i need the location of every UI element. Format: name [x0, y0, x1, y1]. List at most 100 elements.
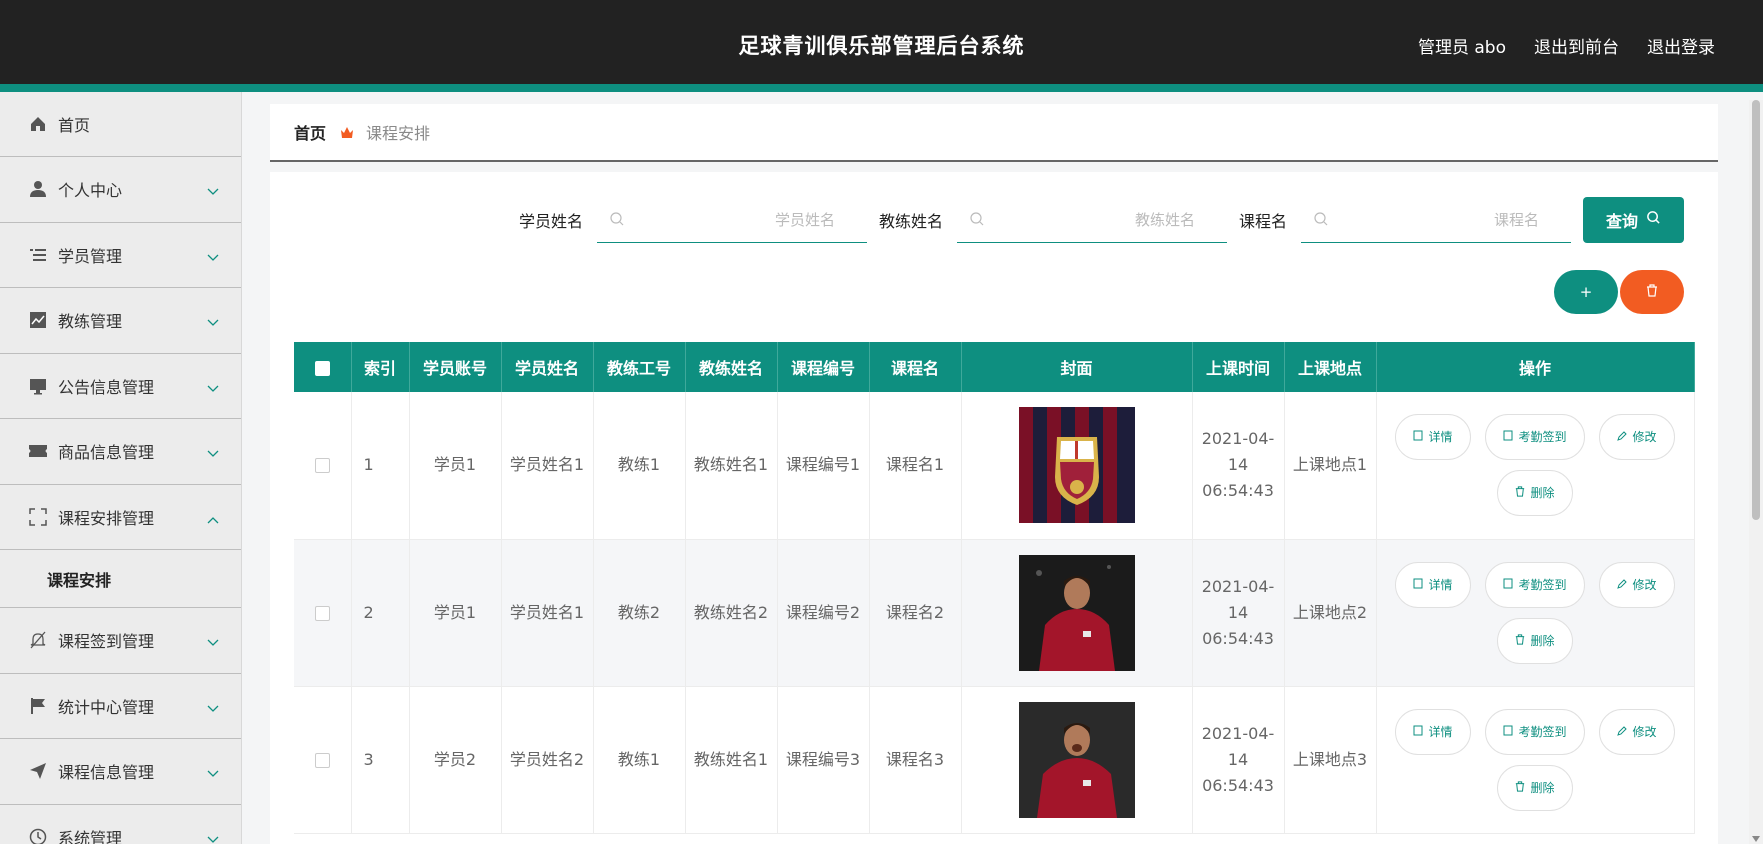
home-icon	[28, 114, 48, 134]
search-icon	[1646, 210, 1661, 230]
attendance-button[interactable]: 考勤签到	[1485, 708, 1585, 755]
sidebar: 首页 个人中心 学员管理 教练管理 公告信息管理 商品信息管理 课程安排管理 课…	[0, 92, 242, 844]
breadcrumb-current: 课程安排	[366, 124, 431, 143]
cell-student-name: 学员姓名1	[501, 392, 594, 540]
sidebar-item-coach-management[interactable]: 教练管理	[0, 288, 241, 354]
header-links: 管理员 abo 退出到前台 退出登录	[1418, 33, 1715, 58]
column-header[interactable]: 上课时间	[1192, 342, 1285, 392]
chevron-down-icon	[207, 829, 219, 844]
coach-name-field	[956, 197, 1227, 243]
exit-to-front-link[interactable]: 退出到前台	[1534, 33, 1619, 58]
column-header[interactable]: 教练姓名	[685, 342, 778, 392]
main-content: 首页 课程安排 学员姓名 教练姓名 课程名 查询	[270, 104, 1718, 844]
column-header[interactable]: 课程编号	[777, 342, 870, 392]
sidebar-item-notice-management[interactable]: 公告信息管理	[0, 354, 241, 419]
select-all-checkbox[interactable]	[314, 360, 330, 376]
cell-student-account: 学员1	[409, 392, 502, 540]
cell-course-name: 课程名1	[869, 392, 962, 540]
cell-course-no: 课程编号1	[777, 392, 870, 540]
page-scrollbar[interactable]	[1749, 100, 1763, 844]
sidebar-item-home[interactable]: 首页	[0, 92, 241, 157]
cell-course-name: 课程名3	[869, 686, 962, 834]
crown-icon	[340, 126, 354, 139]
cell-index: 1	[351, 392, 410, 540]
delete-button-label: 删除	[1530, 486, 1555, 501]
cover-image-club-crest[interactable]	[1018, 407, 1135, 524]
attendance-button-label: 考勤签到	[1518, 724, 1567, 739]
cell-student-name: 学员姓名2	[501, 686, 594, 834]
detail-button[interactable]: 详情	[1395, 561, 1471, 608]
row-checkbox[interactable]	[314, 458, 330, 474]
cover-image-player[interactable]	[1018, 701, 1135, 818]
edit-button[interactable]: 修改	[1599, 561, 1675, 608]
scroll-down-arrow-icon[interactable]	[1752, 836, 1760, 842]
logout-link[interactable]: 退出登录	[1647, 33, 1715, 58]
sidebar-item-course-schedule-management[interactable]: 课程安排管理	[0, 485, 241, 550]
query-button[interactable]: 查询	[1583, 197, 1684, 243]
row-checkbox[interactable]	[314, 605, 330, 621]
add-button[interactable]: +	[1554, 270, 1618, 314]
fullscreen-icon	[28, 507, 48, 527]
row-checkbox[interactable]	[314, 752, 330, 768]
breadcrumb-home[interactable]: 首页	[294, 120, 326, 144]
chevron-down-icon	[207, 312, 219, 331]
delete-button[interactable]: 删除	[1497, 764, 1573, 811]
course-name-input[interactable]	[1301, 197, 1571, 242]
column-header[interactable]: 索引	[351, 342, 410, 392]
row-select-cell	[294, 686, 352, 834]
cell-coach-name: 教练姓名2	[685, 539, 778, 687]
sidebar-item-student-management[interactable]: 学员管理	[0, 223, 241, 288]
document-icon	[1413, 719, 1423, 745]
sidebar-item-label: 学员管理	[58, 246, 123, 266]
sidebar-item-course-signin-management[interactable]: 课程签到管理	[0, 608, 241, 674]
delete-button[interactable]: 删除	[1497, 470, 1573, 517]
cover-image-player[interactable]	[1018, 554, 1135, 671]
sidebar-item-course-info-management[interactable]: 课程信息管理	[0, 739, 241, 805]
column-header[interactable]: 教练工号	[593, 342, 686, 392]
sidebar-item-system-management[interactable]: 系统管理	[0, 805, 241, 844]
attendance-button[interactable]: 考勤签到	[1485, 414, 1585, 461]
chart-icon	[28, 310, 48, 330]
coach-name-input[interactable]	[956, 197, 1227, 242]
user-icon	[28, 179, 48, 199]
monitor-icon	[28, 376, 48, 396]
trash-icon	[1646, 283, 1658, 301]
sidebar-item-label: 公告信息管理	[58, 377, 155, 397]
cell-time: 2021-04-14 06:54:43	[1192, 686, 1285, 834]
cell-time: 2021-04-14 06:54:43	[1192, 539, 1285, 687]
chevron-up-icon	[207, 509, 219, 528]
column-header[interactable]: 学员账号	[409, 342, 502, 392]
cell-cover	[961, 392, 1193, 540]
column-header[interactable]: 课程名	[869, 342, 962, 392]
batch-delete-button[interactable]	[1620, 270, 1684, 314]
detail-button[interactable]: 详情	[1395, 708, 1471, 755]
column-header[interactable]: 学员姓名	[501, 342, 594, 392]
cell-student-account: 学员2	[409, 686, 502, 834]
cell-operations: 详情 考勤签到 修改 删除	[1376, 686, 1695, 834]
delete-button-label: 删除	[1530, 780, 1555, 795]
edit-button[interactable]: 修改	[1599, 708, 1675, 755]
column-header[interactable]: 上课地点	[1284, 342, 1377, 392]
sidebar-item-personal-center[interactable]: 个人中心	[0, 157, 241, 223]
breadcrumb: 首页 课程安排	[270, 104, 1718, 162]
list-icon	[28, 245, 48, 265]
admin-user-link[interactable]: 管理员 abo	[1418, 33, 1506, 58]
chevron-down-icon	[207, 181, 219, 200]
attendance-button[interactable]: 考勤签到	[1485, 561, 1585, 608]
cell-operations: 详情 考勤签到 修改 删除	[1376, 539, 1695, 687]
pencil-icon	[1617, 572, 1628, 598]
sidebar-item-label: 个人中心	[58, 181, 123, 201]
sidebar-item-label: 课程安排管理	[58, 508, 155, 528]
scrollbar-thumb[interactable]	[1752, 100, 1760, 520]
edit-button-label: 修改	[1632, 430, 1657, 445]
course-name-field	[1301, 197, 1571, 243]
cell-operations: 详情 考勤签到 修改 删除	[1376, 392, 1695, 540]
sidebar-item-statistics-management[interactable]: 统计中心管理	[0, 674, 241, 739]
sidebar-item-goods-management[interactable]: 商品信息管理	[0, 419, 241, 485]
sidebar-subitem-course-schedule[interactable]: 课程安排	[0, 550, 241, 608]
cell-course-name: 课程名2	[869, 539, 962, 687]
student-name-input[interactable]	[596, 197, 867, 242]
edit-button[interactable]: 修改	[1599, 414, 1675, 461]
delete-button[interactable]: 删除	[1497, 617, 1573, 664]
detail-button[interactable]: 详情	[1395, 414, 1471, 461]
